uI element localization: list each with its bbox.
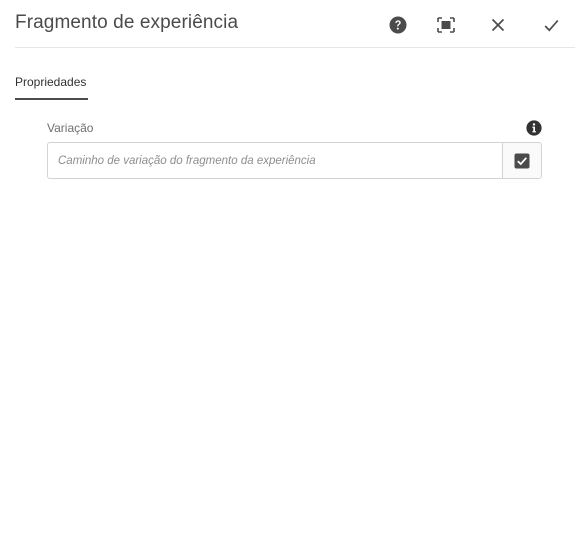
tab-properties[interactable]: Propriedades xyxy=(15,66,89,100)
tab-label: Propriedades xyxy=(15,75,87,89)
dialog-title: Fragmento de experiência xyxy=(15,12,239,33)
help-circle-icon xyxy=(389,16,407,34)
checkmark-icon xyxy=(544,19,558,31)
variation-label: Variação xyxy=(47,121,94,135)
checkbox-checked-icon xyxy=(514,153,530,168)
variation-path-field xyxy=(47,142,542,179)
help-button[interactable] xyxy=(385,12,411,38)
variation-path-input[interactable] xyxy=(48,143,504,178)
info-circle-icon[interactable] xyxy=(526,120,542,136)
tab-list: Propriedades xyxy=(15,66,89,100)
close-icon xyxy=(491,18,505,32)
close-button[interactable] xyxy=(485,12,511,38)
active-tab-indicator xyxy=(15,98,89,100)
variation-picker-button[interactable] xyxy=(502,143,541,178)
done-button[interactable] xyxy=(538,12,564,38)
fullscreen-icon xyxy=(437,17,455,33)
fullscreen-button[interactable] xyxy=(433,12,459,38)
header-divider xyxy=(15,47,575,48)
